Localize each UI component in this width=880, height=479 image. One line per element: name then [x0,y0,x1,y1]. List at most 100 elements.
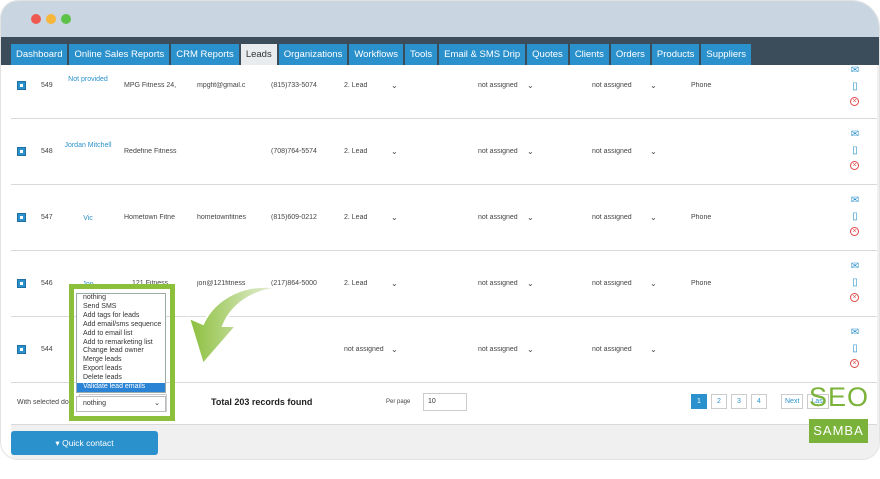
option-add-remarketing[interactable]: Add to remarketing list [77,339,165,348]
tab-email-sms-drip[interactable]: Email & SMS Drip [439,44,526,65]
email-icon[interactable]: ✉ [849,327,861,339]
lead-status-select[interactable]: not assigned [344,346,384,353]
option-merge-leads[interactable]: Merge leads [77,356,165,365]
mobile-phone-icon[interactable]: ▯ [849,277,861,289]
quick-contact-button[interactable]: ▾ Quick contact [11,431,158,455]
row-checkbox[interactable] [17,147,26,156]
chevron-down-icon: ⌄ [650,279,657,288]
page-button-1[interactable]: 1 [691,394,707,409]
lead-id: 548 [41,148,53,155]
browser-window: Dashboard Online Sales Reports CRM Repor… [0,0,880,460]
delete-icon[interactable]: × [850,97,859,106]
row-checkbox[interactable] [17,81,26,90]
option-send-sms[interactable]: Send SMS [77,303,165,312]
lead-name-link[interactable]: Vic [63,214,113,224]
row-checkbox[interactable] [17,345,26,354]
lead-email: hometownfitnes [197,214,247,221]
email-icon[interactable]: ✉ [849,195,861,207]
tab-online-sales-reports[interactable]: Online Sales Reports [69,44,170,65]
page-button-4[interactable]: 4 [751,394,767,409]
lead-source: Phone [691,214,712,221]
lead-email: mpgfit@gmail.c [197,82,246,89]
chevron-down-icon: ⌄ [527,147,534,156]
lead-status-select[interactable]: 2. Lead [344,82,367,89]
tab-organizations[interactable]: Organizations [278,44,348,65]
main-nav-tabs: Dashboard Online Sales Reports CRM Repor… [11,44,752,65]
assigned-select[interactable]: not assigned [592,148,632,155]
row-checkbox[interactable] [17,279,26,288]
chevron-down-icon: ⌄ [527,81,534,90]
pagination: 1 2 3 4 Next Last [691,394,829,409]
lead-company: Hometown Fitne [124,214,175,221]
email-icon[interactable]: ✉ [849,261,861,273]
lead-id: 544 [41,346,53,353]
chevron-down-icon: ⌄ [650,81,657,90]
page-next-button[interactable]: Next [781,394,804,409]
tab-crm-reports[interactable]: CRM Reports [171,44,239,65]
tab-clients[interactable]: Clients [569,44,609,65]
assigned-select[interactable]: not assigned [478,214,518,221]
lead-status-select[interactable]: 2. Lead [344,148,367,155]
tab-tools[interactable]: Tools [404,44,438,65]
seo-samba-logo: SEO SAMBA [809,382,869,446]
lead-id: 547 [41,214,53,221]
email-icon[interactable]: ✉ [849,129,861,141]
option-delete-leads[interactable]: Delete leads [77,374,165,383]
email-icon[interactable]: ✉ [849,65,861,77]
delete-icon[interactable]: × [850,293,859,302]
tab-leads[interactable]: Leads [240,44,277,65]
mobile-phone-icon[interactable]: ▯ [849,343,861,355]
mobile-phone-icon[interactable]: ▯ [849,145,861,157]
assigned-select[interactable]: not assigned [478,346,518,353]
lead-status-select[interactable]: 2. Lead [344,214,367,221]
assigned-select[interactable]: not assigned [592,82,632,89]
logo-samba: SAMBA [809,419,868,443]
option-nothing[interactable]: nothing [77,294,165,303]
tab-workflows[interactable]: Workflows [349,44,403,65]
mobile-phone-icon[interactable]: ▯ [849,211,861,223]
bulk-action-select-open[interactable]: nothing ⌄ [76,396,166,412]
maximize-window-button[interactable] [61,14,71,24]
delete-icon[interactable]: × [850,227,859,236]
tab-suppliers[interactable]: Suppliers [701,44,752,65]
tab-products[interactable]: Products [651,44,700,65]
delete-icon[interactable]: × [850,161,859,170]
row-actions: ✉ ▯ × [849,327,863,372]
chevron-down-icon: ⌄ [650,345,657,354]
with-selected-label: With selected do [17,399,69,406]
option-export-leads[interactable]: Export leads [77,365,165,374]
option-validate-emails[interactable]: Validate lead emails [77,383,165,392]
title-bar [1,1,879,37]
lead-phone: (815)609-0212 [271,214,317,221]
tab-orders[interactable]: Orders [610,44,650,65]
chevron-down-icon: ⌄ [650,147,657,156]
delete-icon[interactable]: × [850,359,859,368]
option-add-tags[interactable]: Add tags for leads [77,312,165,321]
lead-name-link[interactable]: Jordan Mitchell [63,141,113,151]
table-row: 547 Vic Hometown Fitne hometownfitnes (8… [11,185,877,251]
assigned-select[interactable]: not assigned [478,82,518,89]
page-button-3[interactable]: 3 [731,394,747,409]
assigned-select[interactable]: not assigned [592,346,632,353]
lead-name-link[interactable]: Not provided [63,75,113,85]
close-window-button[interactable] [31,14,41,24]
option-add-sequence[interactable]: Add email/sms sequence [77,321,165,330]
chevron-down-icon: ⌄ [527,279,534,288]
logo-seo: SEO [809,382,870,412]
tab-dashboard[interactable]: Dashboard [11,44,68,65]
assigned-select[interactable]: not assigned [592,280,632,287]
per-page-select[interactable]: 10 [423,393,467,411]
page-button-2[interactable]: 2 [711,394,727,409]
minimize-window-button[interactable] [46,14,56,24]
tab-quotes[interactable]: Quotes [527,44,568,65]
option-change-owner[interactable]: Change lead owner [77,347,165,356]
chevron-down-icon: ⌄ [391,213,398,222]
assigned-select[interactable]: not assigned [478,280,518,287]
row-checkbox[interactable] [17,213,26,222]
lead-status-select[interactable]: 2. Lead [344,280,367,287]
assigned-select[interactable]: not assigned [478,148,518,155]
assigned-select[interactable]: not assigned [592,214,632,221]
option-add-email-list[interactable]: Add to email list [77,330,165,339]
mobile-phone-icon[interactable]: ▯ [849,81,861,93]
lead-id: 549 [41,82,53,89]
